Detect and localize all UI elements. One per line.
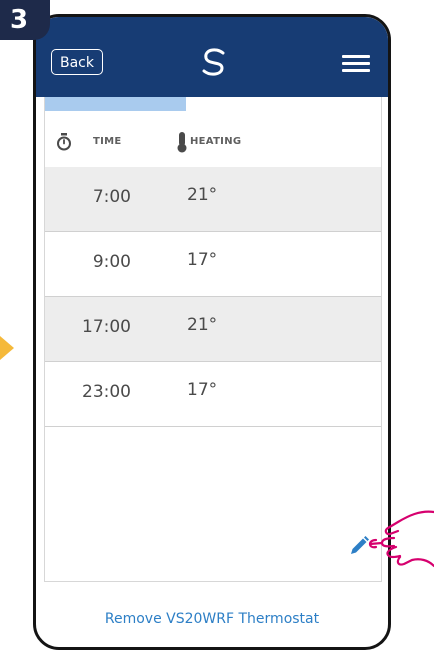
row-time: 9:00 <box>92 252 131 272</box>
schedule-rows: 7:00 21° 9:00 17° 17:00 21° 23:00 17° <box>45 167 381 427</box>
clock-icon <box>57 133 71 151</box>
step-number-badge: 3 <box>0 0 50 40</box>
top-bar: Back <box>36 17 388 97</box>
schedule-row[interactable]: 9:00 17° <box>45 232 381 297</box>
menu-icon[interactable] <box>342 55 370 73</box>
pencil-icon[interactable] <box>348 535 370 557</box>
row-time: 23:00 <box>82 382 131 402</box>
previous-step-arrow <box>0 336 14 360</box>
schedule-panel: TIME HEATING 7:00 21° 9:00 17° 17:00 21° 23:00… <box>44 97 382 582</box>
row-temperature: 17° <box>187 250 218 270</box>
row-time: 7:00 <box>92 187 131 207</box>
row-temperature: 21° <box>187 315 218 335</box>
progress-fill <box>45 97 187 111</box>
schedule-row[interactable]: 17:00 21° <box>45 297 381 362</box>
schedule-row[interactable]: 7:00 21° <box>45 167 381 232</box>
schedule-row[interactable]: 23:00 17° <box>45 362 381 427</box>
heating-column-header: HEATING <box>190 136 242 147</box>
step-number: 3 <box>10 5 29 35</box>
row-temperature: 21° <box>187 185 218 205</box>
row-time: 17:00 <box>82 317 131 337</box>
pointing-hand-icon <box>368 510 434 568</box>
phone-frame: Back TIME HEATING 7:00 21° 9:00 17° 17:00 21°… <box>33 14 391 650</box>
progress-bar <box>45 97 381 111</box>
remove-thermostat-link[interactable]: Remove VS20WRF Thermostat <box>36 611 388 627</box>
schedule-header: TIME HEATING <box>45 131 381 153</box>
logo-icon <box>202 48 225 76</box>
time-column-header: TIME <box>93 136 122 147</box>
row-temperature: 17° <box>187 380 218 400</box>
back-button[interactable]: Back <box>51 49 103 75</box>
thermometer-icon <box>177 132 187 153</box>
